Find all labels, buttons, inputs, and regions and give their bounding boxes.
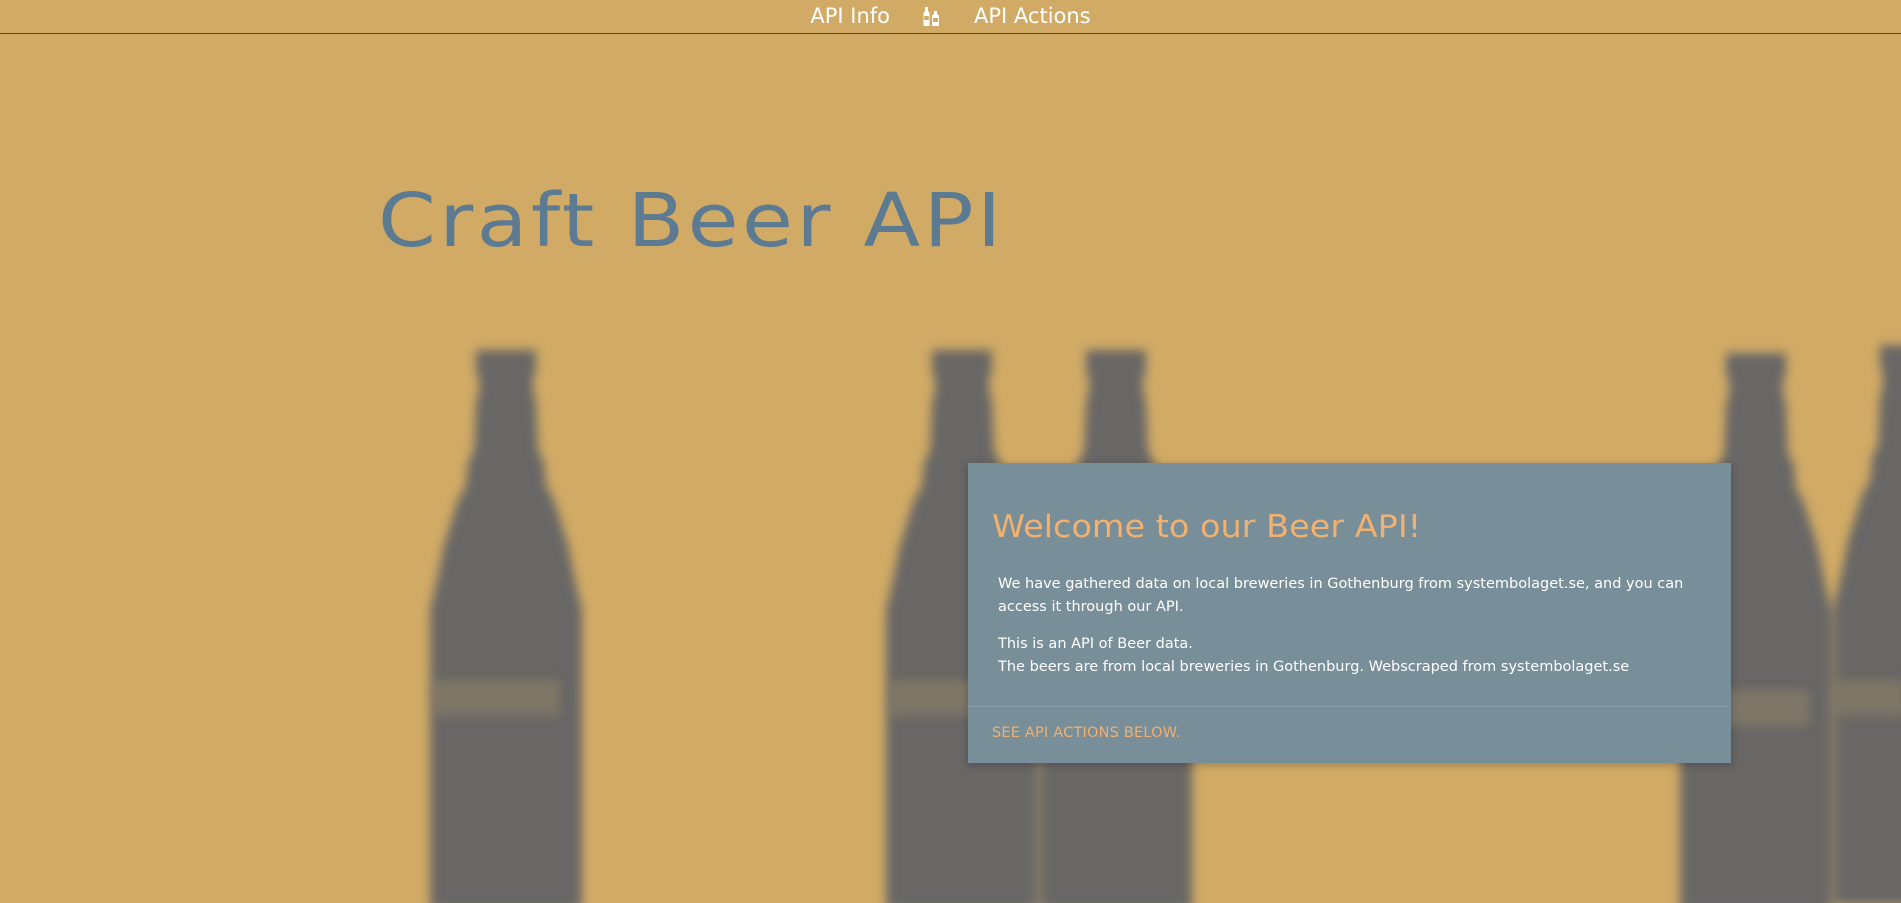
- card-details-line-2: The beers are from local breweries in Go…: [998, 659, 1630, 675]
- bottles-background-image: [430, 345, 1901, 903]
- card-title: Welcome to our Beer API!: [992, 509, 1422, 545]
- page: API Info API Actions Craft Beer API Welc…: [0, 0, 1901, 903]
- nav-link-api-info[interactable]: API Info: [810, 0, 890, 33]
- page-title: Craft Beer API: [378, 178, 1005, 264]
- nav-link-api-actions[interactable]: API Actions: [974, 0, 1091, 33]
- card-description: We have gathered data on local breweries…: [998, 576, 1684, 615]
- card-details-line-1: This is an API of Beer data.: [998, 636, 1193, 652]
- card-details: This is an API of Beer data. The beers a…: [998, 633, 1698, 679]
- welcome-card: Welcome to our Beer API! We have gathere…: [968, 463, 1731, 763]
- card-divider: [968, 706, 1731, 707]
- beer-bottles-icon: [920, 5, 944, 29]
- see-api-actions-link[interactable]: SEE API ACTIONS BELOW.: [992, 725, 1180, 741]
- top-navigation: API Info API Actions: [0, 0, 1901, 34]
